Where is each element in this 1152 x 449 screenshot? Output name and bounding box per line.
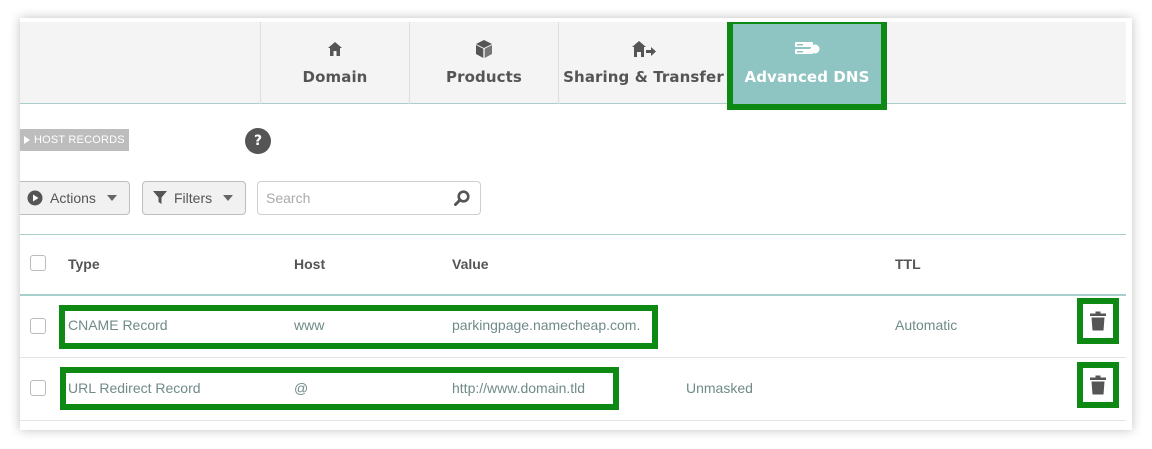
chevron-down-icon	[106, 195, 117, 201]
row-checkbox[interactable]	[30, 318, 46, 334]
actions-label: Actions	[50, 190, 96, 206]
search-icon[interactable]	[454, 190, 470, 206]
header-divider	[20, 294, 1126, 296]
tab-label: Products	[446, 68, 522, 86]
section-title: HOST RECORDS	[34, 134, 125, 146]
transfer-icon	[631, 38, 656, 60]
trash-icon	[1090, 311, 1106, 331]
delete-button[interactable]	[1077, 298, 1119, 344]
trash-icon	[1090, 375, 1106, 395]
tab-advanced-dns[interactable]: Advanced DNS	[727, 22, 887, 110]
tab-label: Sharing & Transfer	[563, 68, 724, 86]
tab-sharing-transfer[interactable]: Sharing & Transfer	[558, 22, 728, 104]
tab-label: Advanced DNS	[744, 68, 870, 86]
tab-products[interactable]: Products	[409, 22, 558, 104]
section-label: HOST RECORDS	[20, 129, 129, 151]
filter-icon	[153, 191, 167, 204]
chevron-down-icon	[223, 195, 234, 201]
row-checkbox[interactable]	[30, 380, 46, 396]
search-box	[257, 181, 481, 215]
column-header-host: Host	[294, 256, 326, 272]
row-divider	[20, 357, 1126, 358]
table-divider	[20, 234, 1126, 235]
record-redirect-type: Unmasked	[686, 380, 753, 396]
window-frame: Domain Products Sharing & Transfer Advan…	[20, 18, 1132, 430]
tab-domain[interactable]: Domain	[260, 22, 409, 104]
play-circle-icon	[27, 190, 43, 206]
box-icon	[474, 38, 494, 60]
search-input[interactable]	[266, 190, 454, 206]
highlight-box	[59, 305, 658, 349]
column-header-value: Value	[452, 256, 489, 272]
filters-label: Filters	[174, 190, 213, 206]
caret-right-icon	[24, 136, 30, 144]
server-icon	[794, 38, 820, 60]
actions-button[interactable]: Actions	[20, 181, 130, 215]
tab-bar: Domain Products Sharing & Transfer Advan…	[20, 22, 1126, 110]
select-all-checkbox[interactable]	[30, 255, 46, 271]
filters-button[interactable]: Filters	[142, 181, 246, 215]
column-header-ttl: TTL	[895, 256, 921, 272]
help-button[interactable]: ?	[245, 128, 271, 154]
column-header-type: Type	[68, 256, 100, 272]
highlight-box	[60, 367, 619, 410]
delete-button[interactable]	[1077, 362, 1119, 408]
tab-label: Domain	[302, 68, 368, 86]
home-icon	[327, 38, 343, 60]
record-ttl: Automatic	[895, 317, 958, 333]
row-divider	[20, 420, 1126, 421]
panel: Domain Products Sharing & Transfer Advan…	[20, 22, 1126, 428]
